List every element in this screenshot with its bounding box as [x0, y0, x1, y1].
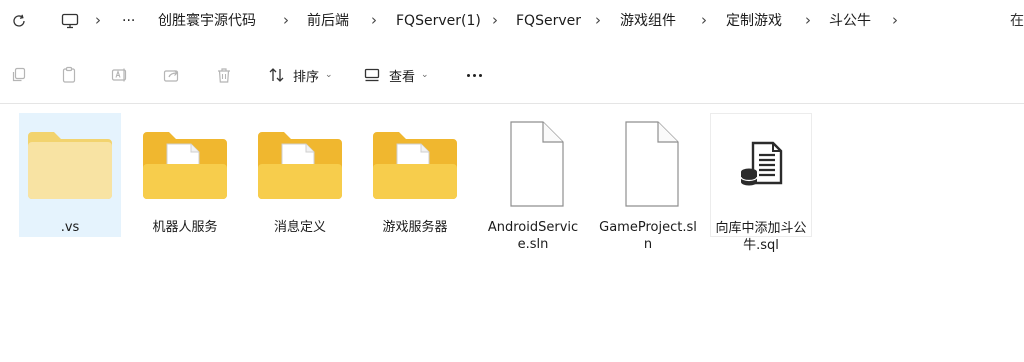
this-pc-icon[interactable] [58, 10, 82, 32]
breadcrumb-segment[interactable]: 定制游戏 [726, 12, 782, 30]
breadcrumb-separator[interactable]: › [371, 11, 377, 29]
file-name: .vs [60, 220, 80, 235]
view-label: 查看 [389, 69, 416, 85]
breadcrumb-separator[interactable]: › [892, 11, 898, 29]
generic-file-icon [482, 119, 584, 209]
breadcrumb-segment[interactable]: 前后端 [307, 12, 349, 30]
copy-icon[interactable] [8, 64, 30, 86]
refresh-icon[interactable] [8, 10, 30, 32]
rename-icon[interactable] [109, 64, 131, 86]
chevron-down-icon: ⌄ [325, 70, 333, 80]
folder-with-documents-icon [134, 119, 236, 209]
file-grid: .vs 机器人服务 消息定义 游戏服务器 AndroidService.sln … [0, 110, 1024, 362]
breadcrumb-segment-current[interactable]: 斗公牛 [829, 12, 871, 30]
file-item[interactable]: 消息定义 [249, 113, 351, 237]
delete-icon[interactable] [213, 64, 235, 86]
breadcrumb-separator[interactable]: › [492, 11, 498, 29]
sort-icon [268, 67, 286, 83]
generic-file-icon [597, 119, 699, 209]
breadcrumb-separator[interactable]: › [701, 11, 707, 29]
share-icon[interactable] [161, 64, 183, 86]
search-box-partial[interactable]: 在 [1010, 12, 1024, 30]
breadcrumb-segment[interactable]: 创胜寰宇源代码 [158, 12, 256, 30]
breadcrumb-segment[interactable]: FQServer [516, 12, 581, 30]
breadcrumb-segment[interactable]: FQServer(1) [396, 12, 481, 30]
sql-database-file-icon [711, 120, 811, 210]
folder-icon [19, 119, 121, 209]
file-item[interactable]: 游戏服务器 [364, 113, 466, 237]
command-bar: 排序 ⌄ 查看 ⌄ [0, 50, 1024, 100]
sort-label: 排序 [293, 69, 320, 85]
sort-button[interactable]: 排序 ⌄ [268, 64, 333, 86]
folder-with-documents-icon [249, 119, 351, 209]
breadcrumb-overflow-button[interactable]: ··· [122, 12, 135, 30]
chevron-down-icon: ⌄ [421, 70, 429, 80]
file-item[interactable]: 机器人服务 [134, 113, 236, 237]
file-name: 向库中添加斗公牛.sql [715, 221, 807, 253]
file-item[interactable]: 向库中添加斗公牛.sql [710, 113, 812, 253]
view-icon [364, 68, 380, 82]
paste-icon[interactable] [58, 64, 80, 86]
file-item[interactable]: .vs [19, 113, 121, 237]
address-bar: › ··· 创胜寰宇源代码 › 前后端 › FQServer(1) › FQSe… [0, 0, 1024, 44]
more-options-icon[interactable] [462, 64, 486, 86]
file-name: 机器人服务 [152, 220, 218, 235]
toolbar-divider [0, 103, 1024, 104]
file-name: GameProject.sln [599, 220, 697, 252]
folder-with-documents-icon [364, 119, 466, 209]
breadcrumb-separator[interactable]: › [283, 11, 289, 29]
view-button[interactable]: 查看 ⌄ [364, 64, 429, 86]
breadcrumb-segment[interactable]: 游戏组件 [620, 12, 676, 30]
file-item[interactable]: GameProject.sln [597, 113, 699, 252]
file-name: AndroidService.sln [487, 220, 579, 252]
breadcrumb-separator[interactable]: › [805, 11, 811, 29]
file-name: 游戏服务器 [382, 220, 448, 235]
file-name: 消息定义 [273, 220, 326, 235]
breadcrumb-separator[interactable]: › [95, 11, 101, 29]
breadcrumb-separator[interactable]: › [595, 11, 601, 29]
file-item[interactable]: AndroidService.sln [482, 113, 584, 252]
